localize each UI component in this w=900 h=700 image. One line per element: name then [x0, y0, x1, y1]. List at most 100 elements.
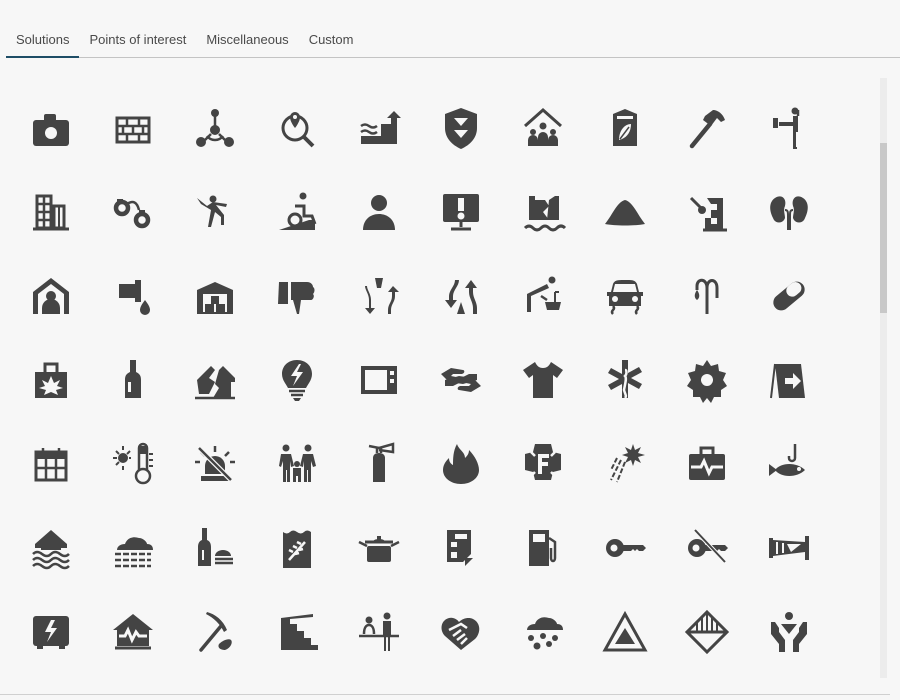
icon-option-community-house[interactable] [502, 88, 584, 172]
demolition-icon [683, 188, 731, 241]
icon-option-fire-extinguisher[interactable] [338, 424, 420, 508]
tab-miscellaneous[interactable]: Miscellaneous [196, 22, 298, 57]
merge-split-icon [355, 272, 403, 325]
icon-option-grain-bag[interactable] [256, 508, 338, 592]
icon-option-heat-thermometer[interactable] [92, 424, 174, 508]
icon-option-earthquake-house[interactable] [92, 592, 174, 676]
care-person-icon [765, 608, 813, 661]
icon-option-calendar[interactable] [10, 424, 92, 508]
icon-option-fall-hazard[interactable] [174, 172, 256, 256]
scrollbar-thumb[interactable] [880, 143, 887, 313]
icon-option-flood-house[interactable] [10, 508, 92, 592]
recycling-bin-leaf-icon [601, 104, 649, 157]
icon-option-fog-cloud[interactable] [92, 508, 174, 592]
icon-option-t-shirt[interactable] [502, 340, 584, 424]
tab-points-of-interest[interactable]: Points of interest [79, 22, 196, 57]
key-off-icon [683, 524, 731, 577]
traffic-officer-icon [765, 104, 813, 157]
icon-option-sand-pile[interactable] [584, 172, 666, 256]
earthquake-house-icon [109, 608, 157, 661]
icon-option-hammer[interactable] [666, 88, 748, 172]
icon-option-fishing[interactable] [748, 424, 830, 508]
icon-option-lane-merge[interactable] [420, 256, 502, 340]
pill-icon [765, 272, 813, 325]
person-icon [355, 188, 403, 241]
icon-option-key[interactable] [584, 508, 666, 592]
icon-option-cannabis-bag[interactable] [10, 340, 92, 424]
icon-option-alert-monitor[interactable] [420, 172, 502, 256]
icon-option-drip-leak[interactable] [92, 256, 174, 340]
tab-bar: Solutions Points of interest Miscellaneo… [6, 22, 900, 58]
icon-option-demolition[interactable] [666, 172, 748, 256]
icon-option-camera[interactable] [10, 88, 92, 172]
coastal-flood-rise-icon [355, 104, 403, 157]
icon-option-street-lamp[interactable] [666, 256, 748, 340]
heart-handshake-icon [437, 608, 485, 661]
icon-option-star-of-life[interactable] [584, 340, 666, 424]
icon-option-bottle[interactable] [92, 340, 174, 424]
icon-option-fuel-pump[interactable] [502, 508, 584, 592]
icon-option-dam-break[interactable] [502, 172, 584, 256]
icon-option-broken-house[interactable] [174, 340, 256, 424]
t-shirt-icon [519, 356, 567, 409]
icon-option-handcuffs[interactable] [92, 172, 174, 256]
tab-solutions[interactable]: Solutions [6, 22, 80, 58]
icon-option-home-shelter[interactable] [10, 256, 92, 340]
icon-option-warehouse[interactable] [174, 256, 256, 340]
flood-house-icon [27, 524, 75, 577]
icon-option-brick-wall[interactable] [92, 88, 174, 172]
icon-option-cooking-pot[interactable] [338, 508, 420, 592]
icon-option-kidneys[interactable] [748, 172, 830, 256]
icon-option-food-drink[interactable] [174, 508, 256, 592]
icon-option-hazard-diamond[interactable] [666, 592, 748, 676]
brick-wall-icon [109, 104, 157, 157]
icon-option-staircase[interactable] [256, 592, 338, 676]
icon-option-pickaxe[interactable] [174, 592, 256, 676]
icon-option-gear[interactable] [666, 340, 748, 424]
icon-option-car-skid[interactable] [584, 256, 666, 340]
fire-icon [437, 440, 485, 493]
icon-option-broken-bulb[interactable] [256, 340, 338, 424]
broken-bulb-icon [273, 356, 321, 409]
form-icon [437, 524, 485, 577]
icon-option-form[interactable] [420, 508, 502, 592]
icon-option-siren-off[interactable] [174, 424, 256, 508]
icon-grid [10, 88, 830, 676]
icon-option-family[interactable] [256, 424, 338, 508]
icon-option-coastal-flood-rise[interactable] [338, 88, 420, 172]
tab-custom[interactable]: Custom [299, 22, 364, 57]
icon-option-meteor[interactable] [584, 424, 666, 508]
icon-option-heart-handshake[interactable] [420, 592, 502, 676]
icon-option-traffic-officer[interactable] [748, 88, 830, 172]
icon-option-key-off[interactable] [666, 508, 748, 592]
icon-option-warning-triangle[interactable] [584, 592, 666, 676]
camera-icon [27, 104, 75, 157]
icon-option-thumbs-down[interactable] [256, 256, 338, 340]
icon-option-microwave[interactable] [338, 340, 420, 424]
icon-option-pill[interactable] [748, 256, 830, 340]
icon-option-helping-hands[interactable] [420, 340, 502, 424]
icon-option-fire-department[interactable] [502, 424, 584, 508]
icon-option-recycling-bin-leaf[interactable] [584, 88, 666, 172]
icon-option-electrical-box[interactable] [10, 592, 92, 676]
icon-option-windsock[interactable] [748, 508, 830, 592]
helping-hands-icon [437, 356, 485, 409]
icon-option-fire[interactable] [420, 424, 502, 508]
icon-option-buildings[interactable] [10, 172, 92, 256]
icon-option-merge-split[interactable] [338, 256, 420, 340]
hazard-diamond-icon [683, 608, 731, 661]
icon-option-care-person[interactable] [748, 592, 830, 676]
icon-option-shield-down[interactable] [420, 88, 502, 172]
icon-option-reception-desk[interactable] [338, 592, 420, 676]
thumbs-down-icon [273, 272, 321, 325]
icon-option-exit-sign[interactable] [748, 340, 830, 424]
star-of-life-icon [601, 356, 649, 409]
icon-option-medical-kit[interactable] [666, 424, 748, 508]
icon-option-wheelchair-ramp[interactable] [256, 172, 338, 256]
icon-option-drinking-fountain[interactable] [502, 256, 584, 340]
icon-option-biohazard-network[interactable] [174, 88, 256, 172]
icon-option-person[interactable] [338, 172, 420, 256]
icon-option-location-search[interactable] [256, 88, 338, 172]
icon-option-hail[interactable] [502, 592, 584, 676]
fire-department-icon [519, 440, 567, 493]
